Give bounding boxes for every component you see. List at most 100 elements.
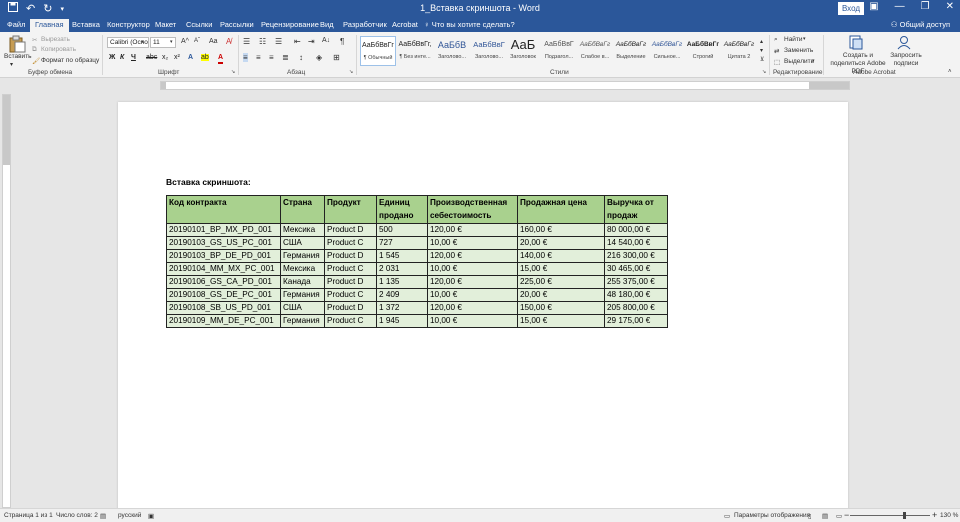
copy-button[interactable]: Копировать — [41, 46, 76, 53]
table-cell[interactable]: Product C — [324, 262, 377, 276]
subscript-icon[interactable]: x₂ — [162, 54, 168, 61]
column-header[interactable]: Выручка от продаж — [604, 195, 668, 224]
paragraph-dialog-launcher-icon[interactable]: ↘ — [349, 69, 353, 75]
login-button[interactable]: Вход — [838, 2, 864, 15]
table-cell[interactable]: 500 — [376, 223, 428, 237]
create-pdf-icon[interactable] — [849, 35, 863, 50]
table-cell[interactable]: 29 175,00 € — [604, 314, 668, 328]
styles-scroll-down-icon[interactable]: ▾ — [760, 47, 763, 54]
tab-insert[interactable]: Вставка — [67, 19, 105, 32]
styles-more-icon[interactable]: ⊻ — [760, 56, 764, 63]
column-header[interactable]: Продукт — [324, 195, 377, 224]
table-cell[interactable]: Мексика — [280, 262, 325, 276]
style-subtle-emphasis[interactable]: АаБбВвГг Слабое в... — [577, 36, 613, 66]
column-header[interactable]: Продажная цена — [517, 195, 605, 224]
table-cell[interactable]: Product D — [324, 301, 377, 315]
table-cell[interactable]: 20190108_SB_US_PD_001 — [166, 301, 281, 315]
table-cell[interactable]: 120,00 € — [427, 223, 518, 237]
table-cell[interactable]: 80 000,00 € — [604, 223, 668, 237]
column-header[interactable]: Код контракта — [166, 195, 281, 224]
tab-references[interactable]: Ссылки — [181, 19, 217, 32]
zoom-slider-thumb[interactable] — [903, 512, 906, 519]
format-painter-button[interactable]: Формат по образцу — [41, 57, 99, 64]
style-quote-2[interactable]: АаБбВвГг Цитата 2 — [721, 36, 757, 66]
italic-button[interactable]: К — [120, 54, 124, 61]
table-cell[interactable]: 225,00 € — [517, 275, 605, 289]
table-cell[interactable]: 48 180,00 € — [604, 288, 668, 302]
highlight-icon[interactable]: ab — [201, 54, 209, 61]
table-cell[interactable]: 20190106_GS_CA_PD_001 — [166, 275, 281, 289]
text-effects-icon[interactable]: A — [188, 54, 193, 61]
paste-dropdown-icon[interactable]: ▾ — [10, 61, 13, 68]
table-cell[interactable]: 2 409 — [376, 288, 428, 302]
display-settings-button[interactable]: Параметры отображения — [734, 512, 810, 519]
table-cell[interactable]: 20,00 € — [517, 288, 605, 302]
table-cell[interactable]: 120,00 € — [427, 275, 518, 289]
replace-button[interactable]: Заменить — [784, 47, 813, 54]
table-cell[interactable]: 150,00 € — [517, 301, 605, 315]
table-cell[interactable]: 20190109_MM_DE_PC_001 — [166, 314, 281, 328]
change-case-icon[interactable]: Aa — [209, 38, 218, 45]
table-cell[interactable]: 1 372 — [376, 301, 428, 315]
column-header[interactable]: Единиц продано — [376, 195, 428, 224]
zoom-slider[interactable] — [850, 515, 930, 516]
strikethrough-icon[interactable]: abc — [146, 54, 157, 61]
table-cell[interactable]: Германия — [280, 288, 325, 302]
table-cell[interactable]: 20190108_GS_DE_PC_001 — [166, 288, 281, 302]
ribbon-display-icon[interactable]: ▣ — [869, 1, 878, 12]
font-name-dropdown-icon[interactable]: ▾ — [141, 39, 144, 45]
table-cell[interactable]: Германия — [280, 314, 325, 328]
increase-indent-icon[interactable]: ⇥ — [308, 37, 315, 46]
tab-mailings[interactable]: Рассылки — [215, 19, 259, 32]
table-cell[interactable]: 216 300,00 € — [604, 249, 668, 263]
sort-icon[interactable]: A↓ — [322, 37, 330, 44]
find-button[interactable]: Найти — [784, 36, 803, 43]
line-spacing-icon[interactable]: ↕ — [299, 53, 303, 62]
table-cell[interactable]: 727 — [376, 236, 428, 250]
word-count[interactable]: Число слов: 2 — [56, 512, 98, 519]
table-cell[interactable]: Канада — [280, 275, 325, 289]
table-cell[interactable]: 20190104_MM_MX_PC_001 — [166, 262, 281, 276]
paste-icon[interactable] — [8, 35, 26, 53]
table-cell[interactable]: 1 135 — [376, 275, 428, 289]
align-center-icon[interactable]: ≡ — [256, 53, 261, 62]
minimize-button[interactable]: — — [895, 1, 905, 12]
tab-acrobat[interactable]: Acrobat — [387, 19, 423, 32]
share-button[interactable]: ⚇ Общий доступ — [891, 19, 950, 31]
styles-scroll-up-icon[interactable]: ▴ — [760, 38, 763, 45]
style-heading-1[interactable]: АаБбВ Заголово... — [434, 36, 470, 66]
table-cell[interactable]: 20190101_BP_MX_PD_001 — [166, 223, 281, 237]
decrease-indent-icon[interactable]: ⇤ — [294, 37, 301, 46]
shrink-font-icon[interactable]: Aˇ — [194, 38, 200, 44]
table-cell[interactable]: 1 945 — [376, 314, 428, 328]
print-layout-icon[interactable]: ▤ — [822, 512, 828, 520]
web-layout-icon[interactable]: ▭ — [836, 512, 842, 520]
table-cell[interactable]: 10,00 € — [427, 236, 518, 250]
style-strong[interactable]: АаБбВвГг Строгий — [685, 36, 721, 66]
tab-view[interactable]: Вид — [315, 19, 339, 32]
font-size-dropdown-icon[interactable]: ▾ — [170, 39, 173, 45]
column-header[interactable]: Производственная себестоимость — [427, 195, 518, 224]
borders-icon[interactable]: ⊞ — [333, 53, 340, 62]
font-color-icon[interactable]: A — [218, 54, 224, 64]
styles-dialog-launcher-icon[interactable]: ↘ — [762, 69, 766, 75]
style-heading-2[interactable]: АаБбВвГ Заголово... — [471, 36, 507, 66]
justify-icon[interactable]: ≣ — [282, 53, 289, 62]
collapse-ribbon-icon[interactable]: ˄ — [948, 69, 952, 75]
page-count[interactable]: Страница 1 из 1 — [4, 512, 53, 519]
macro-record-icon[interactable]: ▣ — [148, 512, 154, 520]
paste-button[interactable]: Вставить — [4, 53, 32, 60]
restore-button[interactable]: ❐ — [921, 1, 930, 12]
style-no-spacing[interactable]: АаБбВвГг, ¶ Без инте... — [397, 36, 433, 66]
tell-me-search[interactable]: ♀ Что вы хотите сделать? — [424, 19, 515, 31]
table-cell[interactable]: Product C — [324, 288, 377, 302]
read-mode-icon[interactable]: ▯ — [808, 512, 812, 520]
zoom-level[interactable]: 130 % — [940, 512, 958, 519]
table-cell[interactable]: Мексика — [280, 223, 325, 237]
language[interactable]: русский — [118, 512, 141, 519]
table-cell[interactable]: 10,00 € — [427, 314, 518, 328]
column-header[interactable]: Страна — [280, 195, 325, 224]
table-cell[interactable]: 10,00 € — [427, 262, 518, 276]
table-cell[interactable]: 255 375,00 € — [604, 275, 668, 289]
table-cell[interactable]: 15,00 € — [517, 314, 605, 328]
